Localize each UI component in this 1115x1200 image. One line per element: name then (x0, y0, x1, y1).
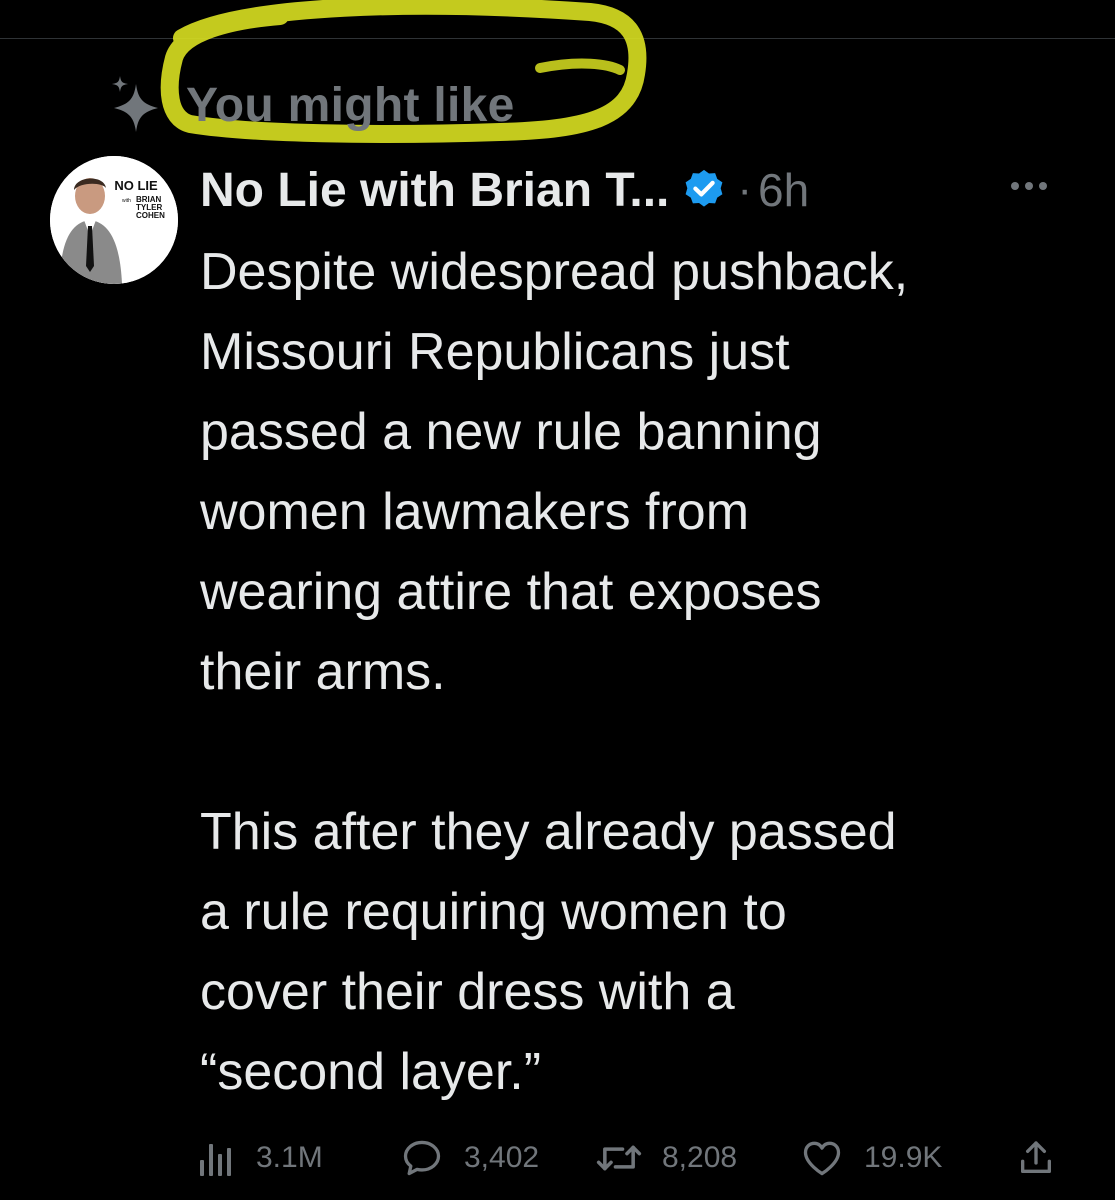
like-count: 19.9K (864, 1141, 943, 1174)
like-button[interactable]: 19.9K (800, 1132, 942, 1184)
tweet-line: wearing attire that exposes (200, 563, 822, 621)
more-icon (1011, 182, 1047, 190)
timestamp[interactable]: 6h (758, 163, 809, 217)
tweet-paragraph-2: This after they already passed a rule re… (200, 792, 1090, 1112)
views-button[interactable]: 3.1M (196, 1132, 323, 1184)
tweet-text: Despite widespread pushback, Missouri Re… (200, 232, 1090, 1112)
avatar-logo-line1: NO LIE (114, 178, 158, 193)
tweet-line: their arms. (200, 643, 446, 701)
retweet-count: 8,208 (662, 1141, 738, 1174)
tweet-header: No Lie with Brian T... · 6h (200, 160, 809, 220)
tweet-line: “second layer.” (200, 1043, 542, 1101)
social-context-label: You might like (186, 78, 515, 132)
tweet-line: a rule requiring women to (200, 883, 787, 941)
tweet-line: passed a new rule banning (200, 403, 822, 461)
tweet-actions: 3.1M 3,402 8,208 19.9K (196, 1132, 1076, 1184)
heart-icon (803, 1141, 841, 1176)
tweet-paragraph-1: Despite widespread pushback, Missouri Re… (200, 232, 1090, 712)
tweet-line: Despite widespread pushback, (200, 243, 909, 301)
tweet-line: Missouri Republicans just (200, 323, 790, 381)
avatar-image: NO LIE with BRIAN TYLER COHEN (50, 156, 178, 284)
tweet-line: women lawmakers from (200, 483, 750, 541)
avatar[interactable]: NO LIE with BRIAN TYLER COHEN (50, 156, 178, 284)
author-name[interactable]: No Lie with Brian T... (200, 163, 669, 218)
retweet-button[interactable]: 8,208 (596, 1132, 737, 1184)
tweet-line: This after they already passed (200, 803, 897, 861)
retweet-icon (596, 1145, 642, 1171)
avatar-logo-with: with (122, 198, 131, 204)
top-divider (0, 38, 1115, 39)
share-icon (1021, 1141, 1051, 1173)
tweet-line: cover their dress with a (200, 963, 735, 1021)
meta-separator: · (737, 165, 753, 214)
avatar-logo-line4: COHEN (136, 211, 165, 220)
sparkle-icon (112, 76, 158, 132)
reply-count: 3,402 (464, 1141, 540, 1174)
views-icon (200, 1144, 231, 1176)
verified-badge-icon (685, 169, 723, 207)
reply-icon (403, 1140, 441, 1176)
reply-button[interactable]: 3,402 (400, 1132, 539, 1184)
share-button[interactable] (1016, 1132, 1076, 1184)
social-context: You might like (108, 70, 515, 140)
views-count: 3.1M (256, 1141, 323, 1174)
more-options-button[interactable] (1000, 168, 1058, 204)
